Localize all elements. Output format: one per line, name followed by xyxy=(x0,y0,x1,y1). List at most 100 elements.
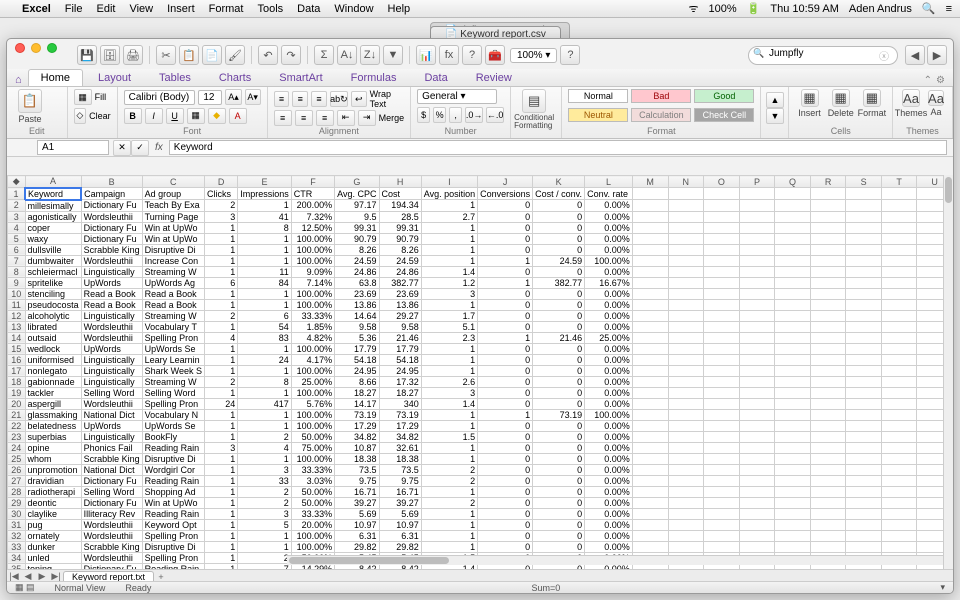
column-header[interactable]: C xyxy=(142,176,204,188)
cell[interactable]: 0 xyxy=(478,431,533,442)
cell[interactable]: 9.58 xyxy=(379,321,421,332)
row-header[interactable]: 29 xyxy=(8,497,26,508)
cell[interactable]: 0 xyxy=(478,321,533,332)
cell[interactable]: 100.00% xyxy=(291,288,334,299)
cell[interactable]: 24.86 xyxy=(379,266,421,277)
cell[interactable]: Keyword Opt xyxy=(142,519,204,530)
cell[interactable]: 1 xyxy=(238,233,292,244)
cell[interactable]: 10.97 xyxy=(335,519,379,530)
cell[interactable]: 2.7 xyxy=(421,211,477,222)
cell[interactable]: Disruptive Di xyxy=(142,244,204,255)
spotlight-icon[interactable]: 🔍 xyxy=(922,2,936,15)
cell[interactable]: 0 xyxy=(533,398,585,409)
cell[interactable]: 24.95 xyxy=(335,365,379,376)
column-header[interactable]: T xyxy=(881,176,916,188)
cell[interactable]: Spelling Pron xyxy=(142,530,204,541)
cell[interactable]: Read a Book xyxy=(81,288,142,299)
row-header[interactable]: 13 xyxy=(8,321,26,332)
cell[interactable]: 1 xyxy=(238,299,292,310)
cell[interactable]: alcoholytic xyxy=(25,310,81,321)
cell[interactable]: 21.46 xyxy=(379,332,421,343)
sort-asc-button[interactable]: A↓ xyxy=(337,45,357,65)
cell[interactable]: 1 xyxy=(204,365,237,376)
row-header[interactable]: 2 xyxy=(8,200,26,212)
cell[interactable]: 20.00% xyxy=(291,519,334,530)
cell[interactable]: 194.34 xyxy=(379,200,421,212)
cell[interactable]: 0.00% xyxy=(585,200,633,212)
cell[interactable]: 1 xyxy=(238,541,292,552)
cell[interactable]: 0.00% xyxy=(585,420,633,431)
view-buttons[interactable]: ▦ ▤ xyxy=(15,582,35,593)
cell[interactable]: spritelike xyxy=(25,277,81,288)
row-header[interactable]: 19 xyxy=(8,387,26,398)
cell[interactable]: 33.33% xyxy=(291,310,334,321)
cell[interactable]: Wordsleuthii xyxy=(81,519,142,530)
cell[interactable]: Streaming W xyxy=(142,266,204,277)
user-name[interactable]: Aden Andrus xyxy=(849,3,912,15)
cell[interactable]: 0.00% xyxy=(585,486,633,497)
cell[interactable]: 32.61 xyxy=(379,442,421,453)
cell[interactable]: 5.69 xyxy=(379,508,421,519)
cell[interactable]: 100.00% xyxy=(585,409,633,420)
cell[interactable]: 1 xyxy=(478,255,533,266)
cell[interactable]: 0.00% xyxy=(585,519,633,530)
cell[interactable]: Read a Book xyxy=(142,288,204,299)
cell[interactable]: unled xyxy=(25,552,81,563)
menu-view[interactable]: View xyxy=(129,3,153,15)
menu-help[interactable]: Help xyxy=(388,3,411,15)
cell[interactable]: Read a Book xyxy=(142,299,204,310)
cell[interactable]: 0.00% xyxy=(585,398,633,409)
column-header[interactable]: M xyxy=(632,176,668,188)
bold-button[interactable]: B xyxy=(124,108,142,124)
cell[interactable]: 0.00% xyxy=(585,233,633,244)
cell[interactable]: 0.00% xyxy=(585,431,633,442)
row-header[interactable]: 32 xyxy=(8,530,26,541)
cell[interactable]: Linguistically xyxy=(81,354,142,365)
cell[interactable]: dumbwaiter xyxy=(25,255,81,266)
row-header[interactable]: 14 xyxy=(8,332,26,343)
cell[interactable]: 340 xyxy=(379,398,421,409)
cell[interactable]: 33 xyxy=(238,475,292,486)
cell[interactable]: 1.4 xyxy=(421,398,477,409)
cell[interactable]: Selling Word xyxy=(142,387,204,398)
underline-button[interactable]: U xyxy=(166,108,184,124)
cell[interactable]: 0 xyxy=(533,310,585,321)
row-header[interactable]: 20 xyxy=(8,398,26,409)
tab-charts[interactable]: Charts xyxy=(206,69,264,86)
cell[interactable]: 0 xyxy=(478,354,533,365)
cell[interactable]: Conv. rate xyxy=(585,188,633,200)
cell[interactable]: 0 xyxy=(533,200,585,212)
fx-icon[interactable]: fx xyxy=(149,142,169,153)
menu-edit[interactable]: Edit xyxy=(96,3,115,15)
cell[interactable]: 4.82% xyxy=(291,332,334,343)
cell[interactable]: superbias xyxy=(25,431,81,442)
cell[interactable]: Selling Word xyxy=(81,486,142,497)
cell[interactable]: 0.00% xyxy=(585,541,633,552)
cell[interactable]: 382.77 xyxy=(379,277,421,288)
ribbon-home-icon[interactable]: ⌂ xyxy=(15,74,22,86)
cell[interactable]: 1 xyxy=(204,519,237,530)
cell[interactable]: 100.00% xyxy=(291,343,334,354)
cell[interactable]: 18.27 xyxy=(335,387,379,398)
column-header[interactable]: K xyxy=(533,176,585,188)
cell[interactable]: unpromotion xyxy=(25,464,81,475)
cell[interactable]: Linguistically xyxy=(81,365,142,376)
row-header[interactable]: 1 xyxy=(8,188,26,200)
cell[interactable]: 7.32% xyxy=(291,211,334,222)
indent-dec[interactable]: ⇤ xyxy=(337,110,355,126)
cell[interactable]: 3 xyxy=(238,464,292,475)
cell[interactable]: opine xyxy=(25,442,81,453)
clear-button[interactable]: ◇ xyxy=(74,108,86,124)
inc-decimal-button[interactable]: .0→ xyxy=(465,107,483,123)
cell[interactable]: 24 xyxy=(238,354,292,365)
cell[interactable]: 54.18 xyxy=(335,354,379,365)
border-button[interactable]: ▦ xyxy=(187,108,205,124)
cell[interactable]: Scrabble King xyxy=(81,453,142,464)
vertical-scrollbar[interactable] xyxy=(943,175,953,575)
cell[interactable]: 3 xyxy=(204,442,237,453)
cell[interactable]: 0 xyxy=(478,519,533,530)
cell[interactable]: 3 xyxy=(238,508,292,519)
cell[interactable]: 4 xyxy=(238,442,292,453)
cell[interactable]: 1 xyxy=(238,255,292,266)
menu-data[interactable]: Data xyxy=(297,3,320,15)
